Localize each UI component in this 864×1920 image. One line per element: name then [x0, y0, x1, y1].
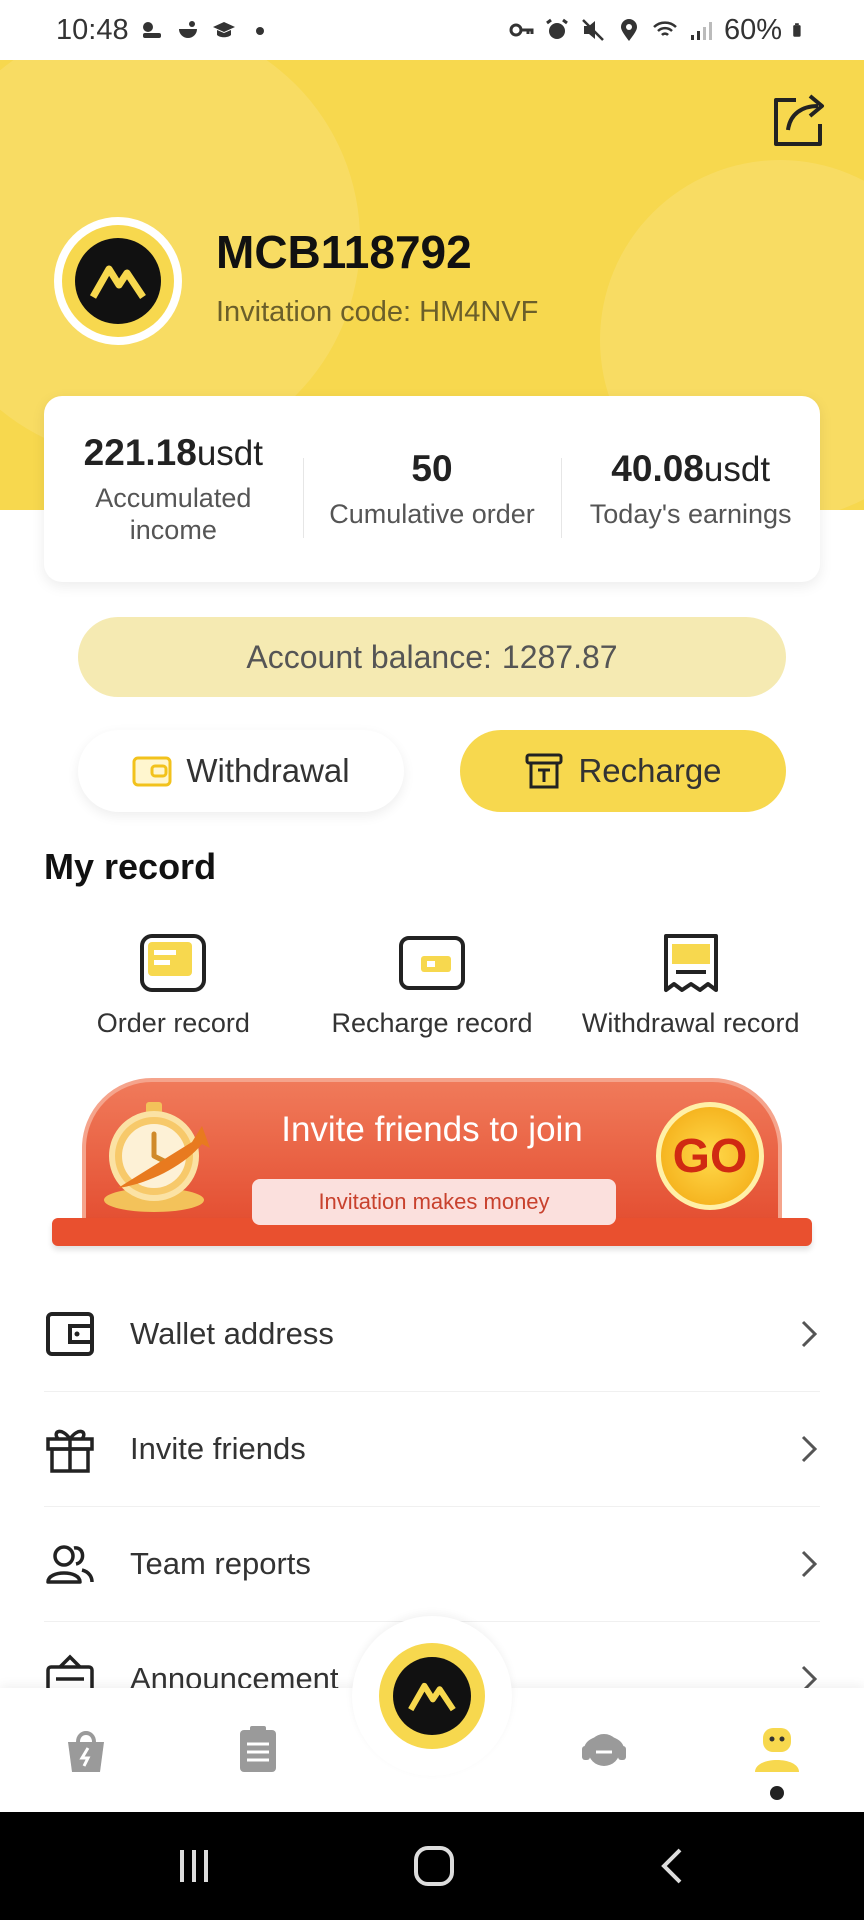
balance-label: Account balance:	[246, 638, 492, 675]
menu-item-label: Wallet address	[130, 1316, 334, 1351]
avatar[interactable]	[54, 217, 182, 345]
active-indicator	[770, 1786, 784, 1800]
withdrawal-record-icon	[663, 934, 718, 992]
status-bar: 10:48 60%	[0, 0, 864, 60]
withdrawal-record-label: Withdrawal record	[581, 1008, 800, 1038]
order-record-button[interactable]: Order record	[44, 932, 303, 1039]
my-record-title: My record	[44, 846, 217, 887]
status-time: 10:48	[56, 13, 129, 46]
alarm-icon	[546, 18, 568, 39]
username: MCB118792	[216, 226, 472, 278]
menu-item-team-reports[interactable]: Team reports	[44, 1507, 820, 1622]
recharge-record-button[interactable]: Recharge record	[303, 932, 562, 1039]
menu-item-label: Team reports	[130, 1546, 311, 1581]
stat-label: Cumulative order	[329, 499, 535, 529]
nav-support-icon[interactable]	[578, 1724, 630, 1776]
banner-title: Invite friends to join	[281, 1110, 583, 1149]
invite-banner[interactable]: Invite friends to join Invitation makes …	[52, 1078, 812, 1254]
invitation-code: Invitation code: HM4NVF	[216, 296, 538, 329]
stat-accumulated-income: 221.18usdt Accumulated income	[44, 432, 303, 546]
wallet-card-icon	[132, 756, 172, 787]
mute-icon	[582, 19, 604, 41]
team-icon	[46, 1545, 94, 1584]
invitation-label: Invitation code:	[216, 296, 412, 328]
recharge-icon	[525, 753, 563, 789]
recharge-record-label: Recharge record	[331, 1008, 533, 1038]
stat-value: 40.08	[611, 448, 704, 489]
dot-icon	[255, 27, 264, 35]
back-icon[interactable]	[650, 1842, 698, 1890]
stat-todays-earnings: 40.08usdt Today's earnings	[561, 448, 820, 538]
withdrawal-button[interactable]: Withdrawal	[78, 730, 404, 812]
balance-value: 1287.87	[501, 638, 618, 675]
battery-level: 60%	[723, 13, 782, 46]
chevron-right-icon	[801, 1550, 818, 1578]
bottom-navigation	[0, 1616, 864, 1812]
location-icon	[620, 19, 637, 41]
graduation-cap-icon	[212, 22, 235, 38]
wallet-icon	[46, 1312, 94, 1356]
chevron-right-icon	[801, 1320, 818, 1348]
stat-label: Today's earnings	[589, 499, 792, 529]
recent-apps-icon[interactable]	[170, 1842, 218, 1890]
order-record-icon	[140, 934, 207, 992]
stat-cumulative-order: 50 Cumulative order	[302, 448, 562, 538]
stat-label: Accumulated income	[95, 483, 252, 545]
logo-icon	[89, 265, 146, 299]
menu-item-label: Invite friends	[130, 1431, 306, 1466]
recharge-label: Recharge	[578, 752, 722, 789]
wifi-icon	[653, 21, 677, 36]
menu-item-invite-friends[interactable]: Invite friends	[44, 1392, 820, 1507]
stat-value: 221.18	[83, 432, 197, 473]
order-record-label: Order record	[96, 1008, 250, 1038]
logo-icon	[408, 1682, 456, 1712]
stopwatch-icon	[104, 1102, 210, 1212]
stats-card: 221.18usdt Accumulated income 50 Cumulat…	[44, 396, 820, 582]
battery-icon	[793, 23, 801, 37]
invitation-code-value[interactable]: HM4NVF	[419, 296, 538, 328]
withdrawal-label: Withdrawal	[186, 752, 350, 789]
recharge-record-icon	[399, 936, 465, 990]
record-shortcuts: Order record Recharge record Withdrawal …	[44, 932, 820, 1039]
stat-value: 50	[411, 448, 453, 489]
account-balance: Account balance: 1287.87	[78, 617, 786, 697]
nav-orders-icon[interactable]	[232, 1724, 284, 1776]
key-icon	[509, 23, 534, 37]
menu-item-wallet-address[interactable]: Wallet address	[44, 1277, 820, 1392]
notification-icon	[142, 22, 161, 38]
go-button[interactable]: GO	[656, 1102, 764, 1210]
nav-home-button[interactable]	[352, 1616, 512, 1776]
nav-shop-icon[interactable]	[60, 1724, 112, 1776]
action-buttons: Withdrawal Recharge	[78, 730, 786, 812]
recharge-button[interactable]: Recharge	[460, 730, 786, 812]
chevron-right-icon	[801, 1435, 818, 1463]
signal-icon	[690, 22, 712, 40]
system-navigation-bar	[0, 1812, 864, 1920]
stat-unit: usdt	[703, 450, 771, 489]
stat-unit: usdt	[196, 434, 263, 473]
nav-profile-icon[interactable]	[751, 1724, 803, 1776]
banner-subtitle: Invitation makes money	[252, 1179, 616, 1225]
notification-icon	[178, 21, 197, 38]
share-icon[interactable]	[768, 90, 830, 152]
home-icon[interactable]	[410, 1842, 458, 1890]
withdrawal-record-button[interactable]: Withdrawal record	[561, 932, 820, 1039]
gift-icon	[46, 1429, 94, 1473]
